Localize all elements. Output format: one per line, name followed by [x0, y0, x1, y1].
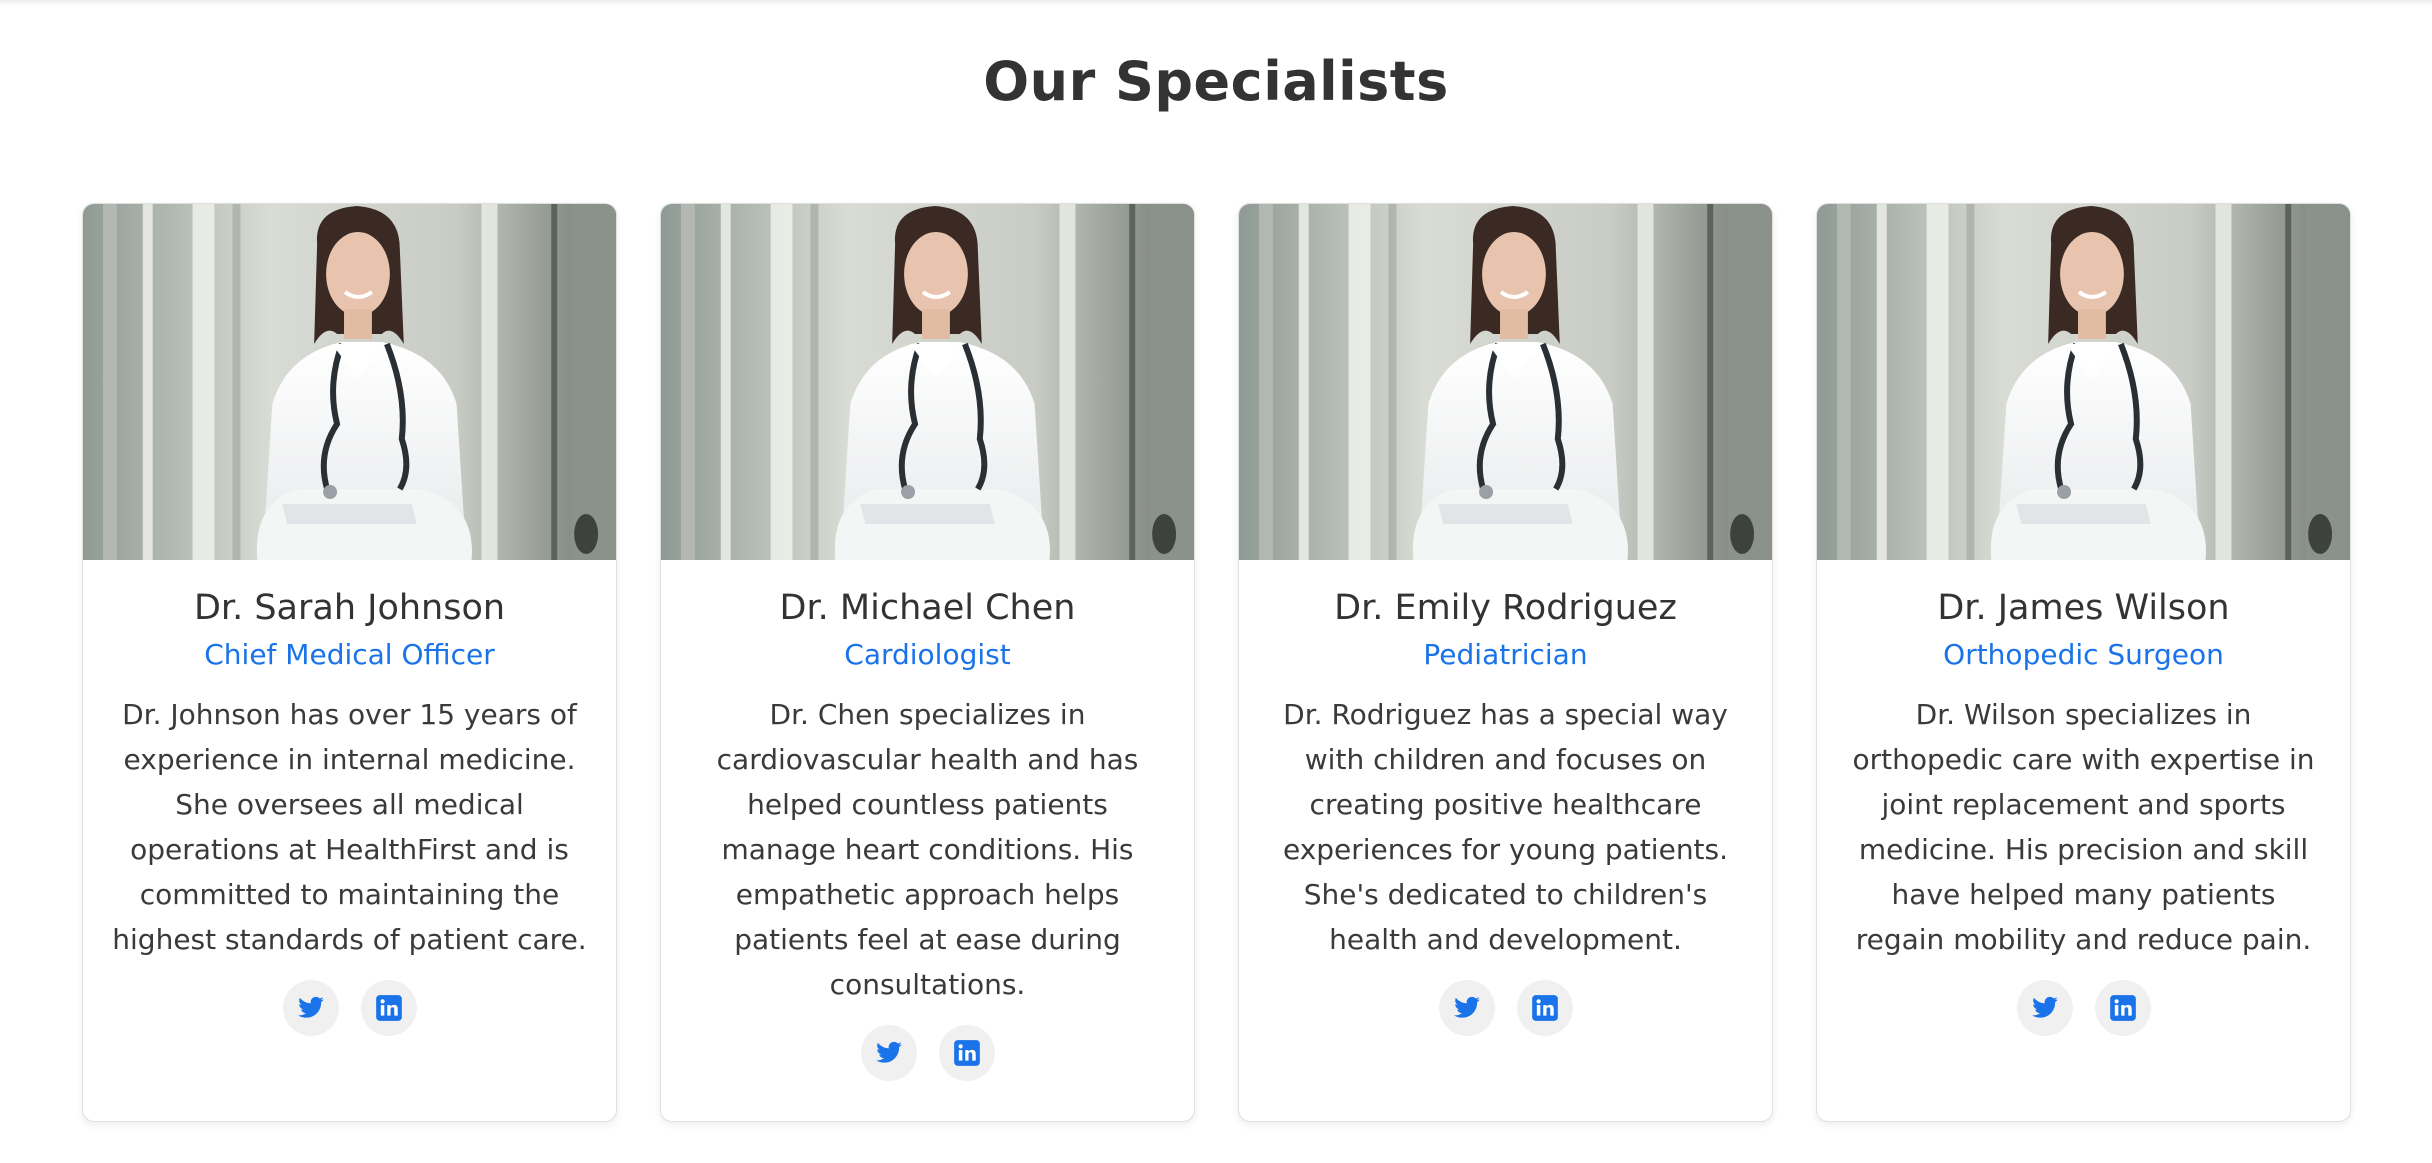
linkedin-link[interactable] — [1516, 980, 1573, 1036]
doctor-role: Cardiologist — [844, 638, 1011, 671]
doctor-name: Dr. Michael Chen — [779, 588, 1076, 628]
linkedin-icon — [953, 1039, 981, 1067]
doctor-card: Dr. Michael Chen Cardiologist Dr. Chen s… — [660, 203, 1195, 1122]
doctor-card-body: Dr. James Wilson Orthopedic Surgeon Dr. … — [1817, 586, 2350, 1036]
twitter-link[interactable] — [2016, 980, 2073, 1036]
twitter-icon — [1453, 994, 1481, 1022]
social-links — [111, 980, 588, 1036]
doctor-role: Orthopedic Surgeon — [1943, 638, 2224, 671]
linkedin-link[interactable] — [2094, 980, 2151, 1036]
linkedin-icon — [2109, 994, 2137, 1022]
linkedin-icon — [1531, 994, 1559, 1022]
doctor-bio: Dr. Wilson specializes in orthopedic car… — [1852, 698, 2315, 956]
doctor-photo — [83, 204, 616, 560]
social-links — [689, 1025, 1166, 1081]
doctor-card-body: Dr. Sarah Johnson Chief Medical Officer … — [83, 586, 616, 1036]
doctor-photo — [1817, 204, 2350, 560]
twitter-link[interactable] — [1438, 980, 1495, 1036]
doctor-bio: Dr. Rodriguez has a special way with chi… — [1282, 698, 1729, 956]
doctor-card: Dr. Emily Rodriguez Pediatrician Dr. Rod… — [1238, 203, 1773, 1122]
twitter-link[interactable] — [282, 980, 339, 1036]
doctor-photo — [1239, 204, 1772, 560]
twitter-link[interactable] — [860, 1025, 917, 1081]
doctor-card: Dr. James Wilson Orthopedic Surgeon Dr. … — [1816, 203, 2351, 1122]
doctor-photo — [661, 204, 1194, 560]
doctor-bio: Dr. Chen specializes in cardiovascular h… — [716, 698, 1139, 1001]
section-title: Our Specialists — [983, 50, 1449, 113]
doctor-name: Dr. Sarah Johnson — [193, 588, 506, 628]
twitter-icon — [875, 1039, 903, 1067]
doctor-card: Dr. Sarah Johnson Chief Medical Officer … — [82, 203, 617, 1122]
linkedin-link[interactable] — [360, 980, 417, 1036]
doctor-bio: Dr. Johnson has over 15 years of experie… — [112, 698, 587, 956]
doctor-name: Dr. James Wilson — [1937, 588, 2230, 628]
doctor-role: Chief Medical Officer — [204, 638, 495, 671]
doctor-card-body: Dr. Michael Chen Cardiologist Dr. Chen s… — [661, 586, 1194, 1081]
social-links — [1267, 980, 1744, 1036]
twitter-icon — [297, 994, 325, 1022]
doctor-role: Pediatrician — [1423, 638, 1588, 671]
linkedin-icon — [375, 994, 403, 1022]
specialists-grid: Dr. Sarah Johnson Chief Medical Officer … — [82, 203, 2351, 1122]
twitter-icon — [2031, 994, 2059, 1022]
doctor-card-body: Dr. Emily Rodriguez Pediatrician Dr. Rod… — [1239, 586, 1772, 1036]
linkedin-link[interactable] — [938, 1025, 995, 1081]
social-links — [1845, 980, 2322, 1036]
doctor-name: Dr. Emily Rodriguez — [1334, 588, 1677, 628]
header-shadow — [0, 0, 2432, 6]
